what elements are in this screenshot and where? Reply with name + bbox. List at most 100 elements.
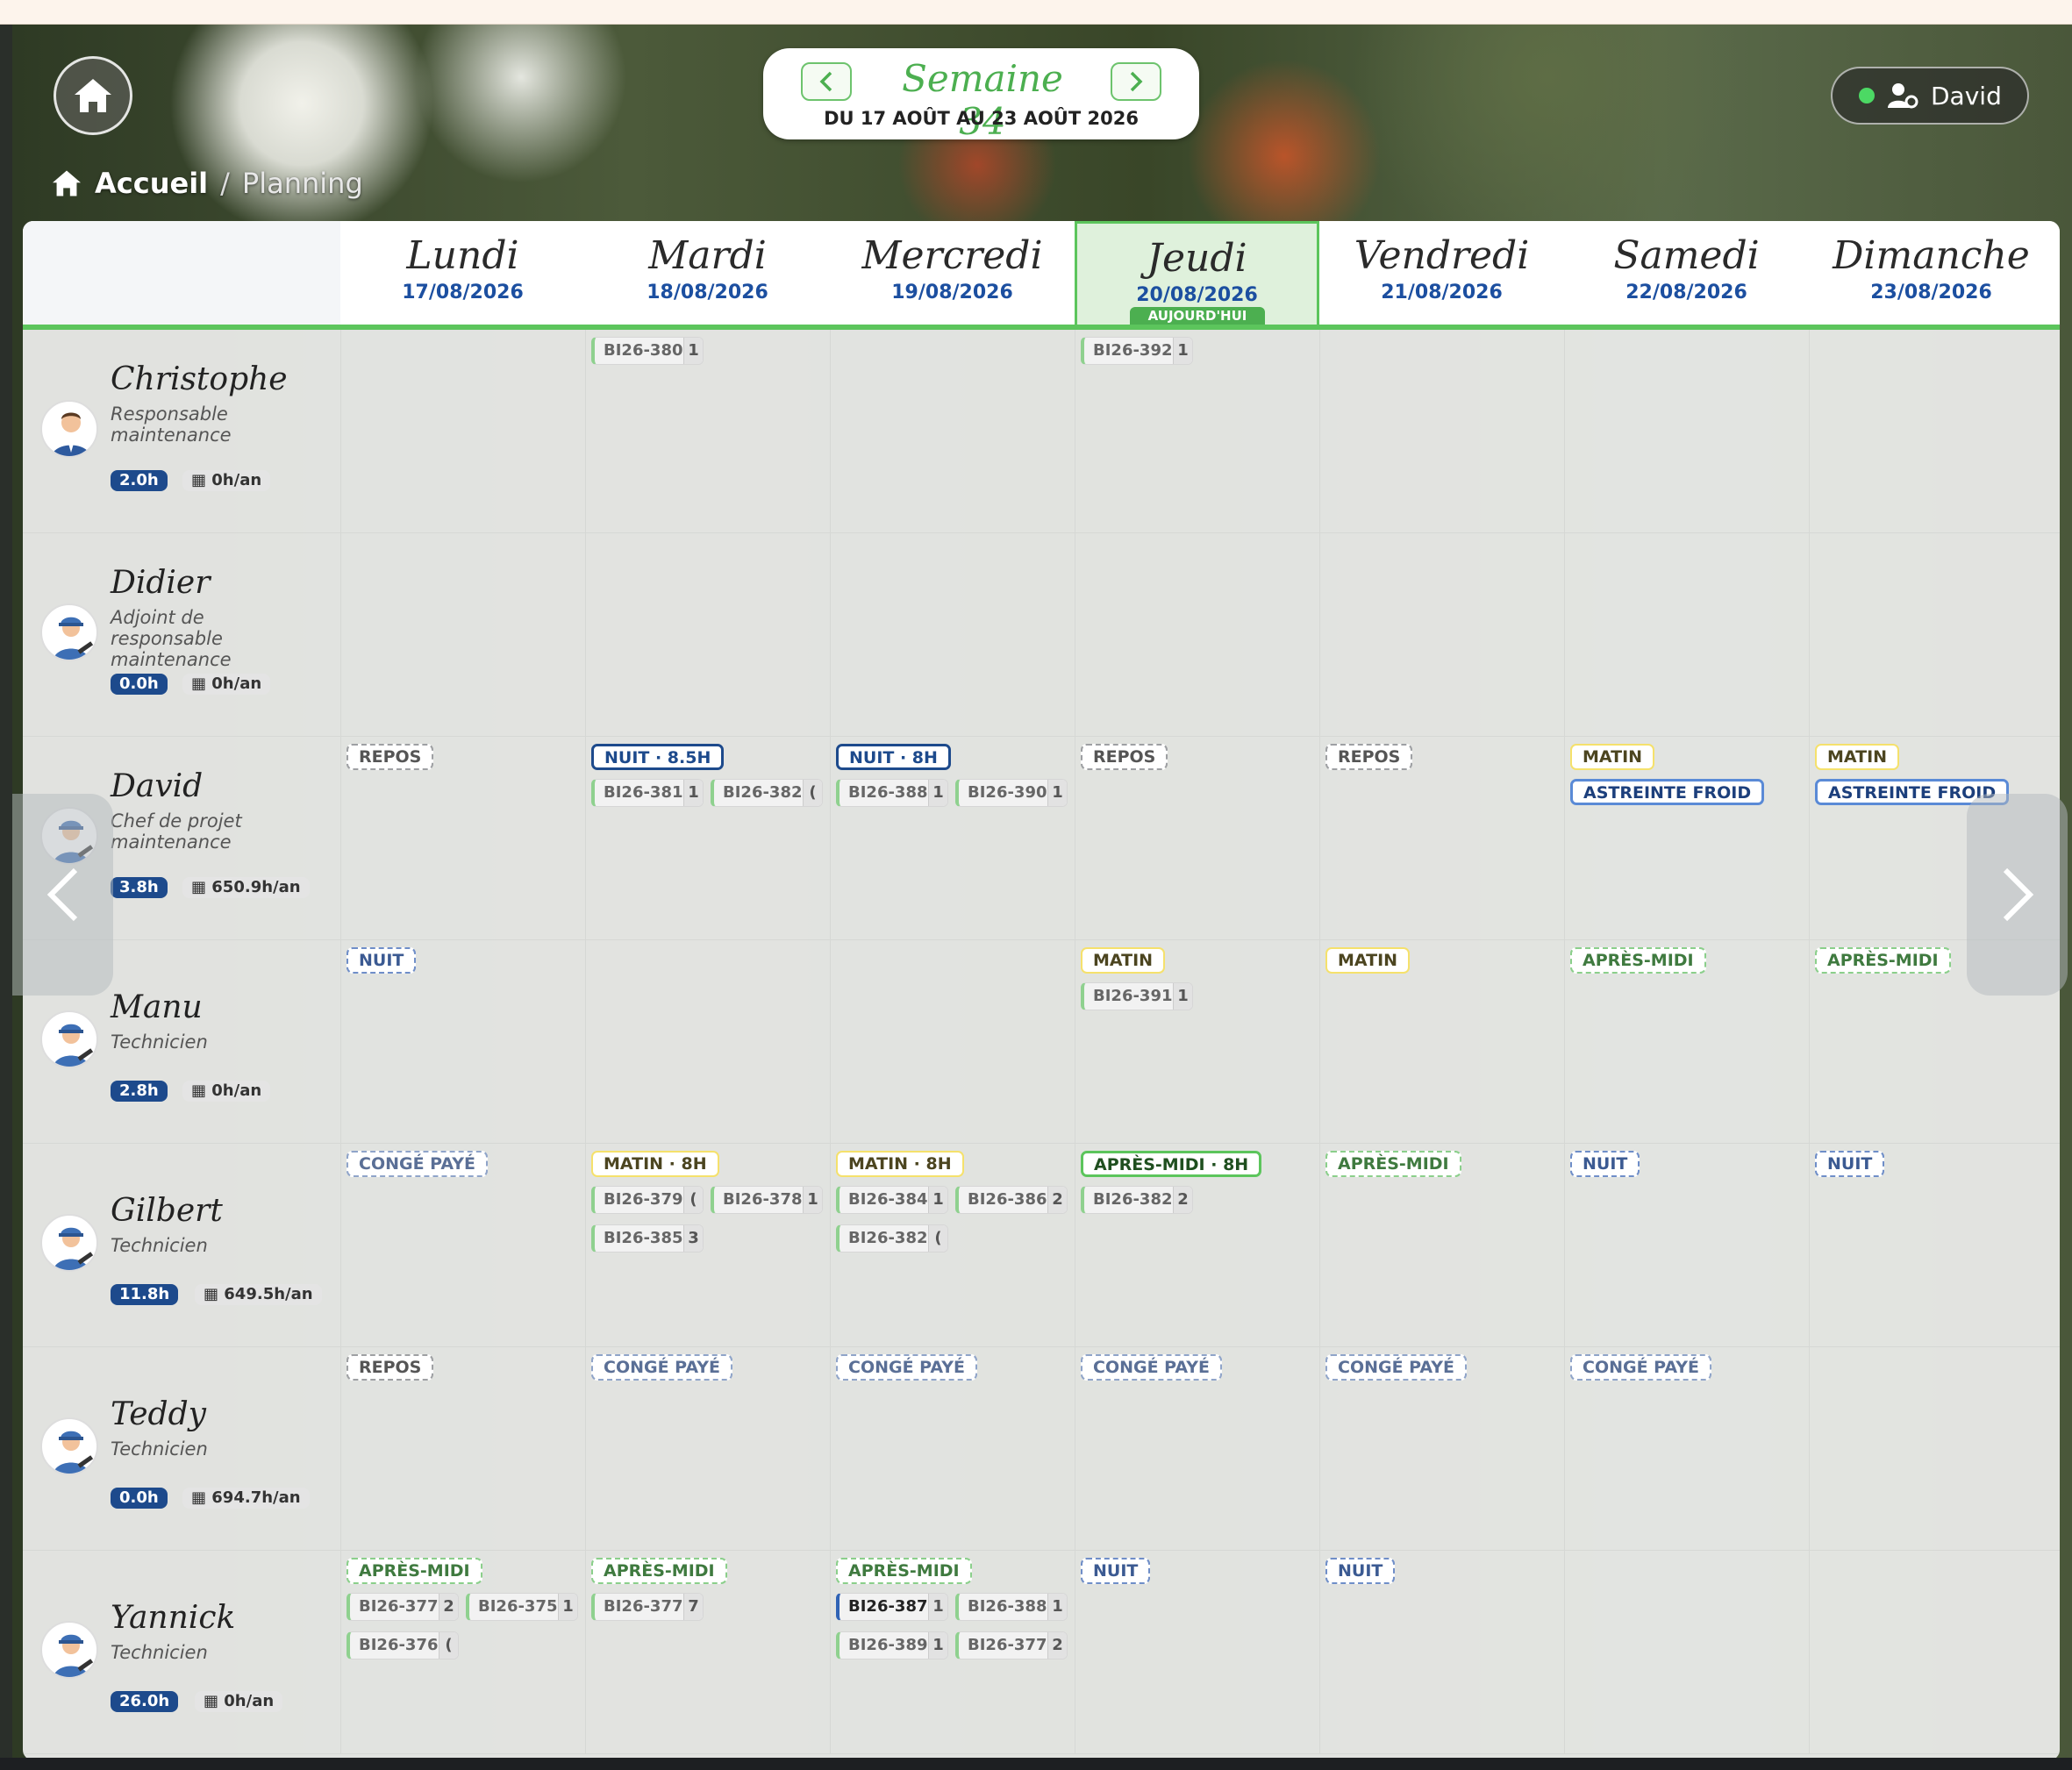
shift-tag[interactable]: ASTREINTE FROID (1570, 779, 1765, 805)
shift-tag[interactable]: APRÈS-MIDI (1570, 947, 1706, 974)
work-order-chip[interactable]: BI26-392 1 (1081, 337, 1193, 365)
shift-tag[interactable]: APRÈS-MIDI (1815, 947, 1951, 974)
shift-tag[interactable]: CONGÉ PAYÉ (1325, 1354, 1467, 1381)
shift-tag[interactable]: REPOS (347, 744, 434, 770)
shift-tag[interactable]: APRÈS-MIDI (836, 1558, 972, 1584)
shift-tag[interactable]: NUIT · 8.5H (591, 744, 725, 770)
person-name[interactable]: Teddy (111, 1396, 206, 1432)
work-order-chip[interactable]: BI26-384 1 (836, 1186, 948, 1214)
schedule-cell[interactable] (830, 533, 1075, 737)
shift-tag[interactable]: NUIT (1570, 1151, 1640, 1177)
user-menu-button[interactable]: David (1831, 67, 2029, 125)
work-order-chip[interactable]: BI26-376( (347, 1631, 459, 1659)
schedule-cell[interactable] (1809, 1347, 2054, 1551)
work-order-chip[interactable]: BI26-385 3 (591, 1224, 704, 1253)
schedule-cell[interactable] (1564, 1551, 1809, 1754)
schedule-cell[interactable]: BI26-380 1 (585, 330, 830, 533)
shift-tag[interactable]: APRÈS-MIDI · 8H (1081, 1151, 1262, 1177)
work-order-chip[interactable]: BI26-381 1 (591, 779, 704, 807)
schedule-cell[interactable]: CONGÉ PAYÉ (1075, 1347, 1319, 1551)
schedule-cell[interactable]: MATIN · 8H BI26-379(BI26-378 1 BI26-385 3 (585, 1144, 830, 1347)
schedule-cell[interactable] (1809, 533, 2054, 737)
work-order-chip[interactable]: BI26-378 1 (711, 1186, 823, 1214)
shift-tag[interactable]: NUIT (1081, 1558, 1151, 1584)
schedule-cell[interactable]: APRÈS-MIDI BI26-387 1 BI26-388 1 BI26-389 1 BI2… (830, 1551, 1075, 1754)
shift-tag[interactable]: NUIT (1815, 1151, 1885, 1177)
shift-tag[interactable]: MATIN · 8H (591, 1151, 719, 1177)
shift-tag[interactable]: APRÈS-MIDI (1325, 1151, 1461, 1177)
schedule-cell[interactable] (830, 940, 1075, 1144)
person-name[interactable]: Gilbert (111, 1193, 223, 1229)
home-button[interactable] (54, 56, 132, 135)
person-name[interactable]: David (111, 768, 203, 804)
work-order-chip[interactable]: BI26-389 1 (836, 1631, 948, 1659)
schedule-cell[interactable]: MATIN · 8H BI26-384 1 BI26-386 2 BI26-382( (830, 1144, 1075, 1347)
schedule-cell[interactable] (585, 940, 830, 1144)
work-order-chip[interactable]: BI26-377 2 (347, 1593, 459, 1621)
work-order-chip[interactable]: BI26-377 2 (955, 1631, 1068, 1659)
work-order-chip[interactable]: BI26-391 1 (1081, 982, 1193, 1010)
breadcrumb-home-link[interactable]: Accueil (95, 167, 208, 200)
schedule-cell[interactable] (340, 330, 585, 533)
work-order-chip[interactable]: BI26-387 1 (836, 1593, 948, 1621)
shift-tag[interactable]: CONGÉ PAYÉ (1570, 1354, 1711, 1381)
schedule-cell[interactable]: BI26-392 1 (1075, 330, 1319, 533)
schedule-cell[interactable] (1564, 533, 1809, 737)
work-order-chip[interactable]: BI26-382( (836, 1224, 948, 1253)
schedule-cell[interactable]: APRÈS-MIDI · 8H BI26-382 2 (1075, 1144, 1319, 1347)
schedule-cell[interactable]: MATIN (1319, 940, 1564, 1144)
schedule-cell[interactable]: APRÈS-MIDI (1319, 1144, 1564, 1347)
work-order-chip[interactable]: BI26-382 2 (1081, 1186, 1193, 1214)
schedule-cell[interactable]: CONGÉ PAYÉ (340, 1144, 585, 1347)
schedule-cell[interactable]: APRÈS-MIDI BI26-377 7 (585, 1551, 830, 1754)
shift-tag[interactable]: MATIN (1081, 947, 1166, 974)
schedule-cell[interactable] (1319, 533, 1564, 737)
schedule-cell[interactable]: APRÈS-MIDI (1564, 940, 1809, 1144)
shift-tag[interactable]: NUIT · 8H (836, 744, 951, 770)
schedule-cell[interactable]: CONGÉ PAYÉ (830, 1347, 1075, 1551)
previous-week-button[interactable] (801, 62, 852, 101)
previous-page-button[interactable] (12, 794, 113, 996)
schedule-cell[interactable]: CONGÉ PAYÉ (1319, 1347, 1564, 1551)
work-order-chip[interactable]: BI26-377 7 (591, 1593, 704, 1621)
schedule-cell[interactable]: APRÈS-MIDI BI26-377 2 BI26-375 1 BI26-376( (340, 1551, 585, 1754)
schedule-cell[interactable]: NUIT (1809, 1144, 2054, 1347)
schedule-cell[interactable] (340, 533, 585, 737)
shift-tag[interactable]: MATIN (1570, 744, 1655, 770)
next-page-button[interactable] (1967, 794, 2068, 996)
shift-tag[interactable]: NUIT (347, 947, 417, 974)
shift-tag[interactable]: MATIN · 8H (836, 1151, 964, 1177)
schedule-cell[interactable]: NUIT · 8H BI26-388 1 BI26-390 1 (830, 737, 1075, 940)
shift-tag[interactable]: MATIN (1815, 744, 1900, 770)
schedule-cell[interactable] (1319, 330, 1564, 533)
shift-tag[interactable]: CONGÉ PAYÉ (591, 1354, 732, 1381)
schedule-cell[interactable]: REPOS (1075, 737, 1319, 940)
shift-tag[interactable]: CONGÉ PAYÉ (1081, 1354, 1222, 1381)
schedule-cell[interactable]: NUIT (1564, 1144, 1809, 1347)
shift-tag[interactable]: CONGÉ PAYÉ (347, 1151, 488, 1177)
shift-tag[interactable]: REPOS (1325, 744, 1413, 770)
work-order-chip[interactable]: BI26-390 1 (955, 779, 1068, 807)
schedule-cell[interactable]: NUIT (340, 940, 585, 1144)
person-name[interactable]: Manu (111, 989, 203, 1025)
schedule-cell[interactable]: MATIN ASTREINTE FROID (1564, 737, 1809, 940)
person-name[interactable]: Christophe (111, 361, 288, 397)
person-name[interactable]: Didier (111, 565, 210, 601)
work-order-chip[interactable]: BI26-382( (711, 779, 823, 807)
schedule-cell[interactable] (585, 533, 830, 737)
work-order-chip[interactable]: BI26-379( (591, 1186, 704, 1214)
shift-tag[interactable]: REPOS (347, 1354, 434, 1381)
work-order-chip[interactable]: BI26-386 2 (955, 1186, 1068, 1214)
schedule-cell[interactable] (1809, 330, 2054, 533)
schedule-cell[interactable]: REPOS (340, 737, 585, 940)
schedule-cell[interactable]: NUIT (1319, 1551, 1564, 1754)
shift-tag[interactable]: APRÈS-MIDI (591, 1558, 727, 1584)
schedule-cell[interactable]: CONGÉ PAYÉ (1564, 1347, 1809, 1551)
schedule-cell[interactable] (1564, 330, 1809, 533)
work-order-chip[interactable]: BI26-388 1 (836, 779, 948, 807)
next-week-button[interactable] (1111, 62, 1161, 101)
person-name[interactable]: Yannick (111, 1600, 235, 1636)
shift-tag[interactable]: NUIT (1325, 1558, 1396, 1584)
schedule-cell[interactable]: MATIN BI26-391 1 (1075, 940, 1319, 1144)
schedule-cell[interactable]: REPOS (1319, 737, 1564, 940)
